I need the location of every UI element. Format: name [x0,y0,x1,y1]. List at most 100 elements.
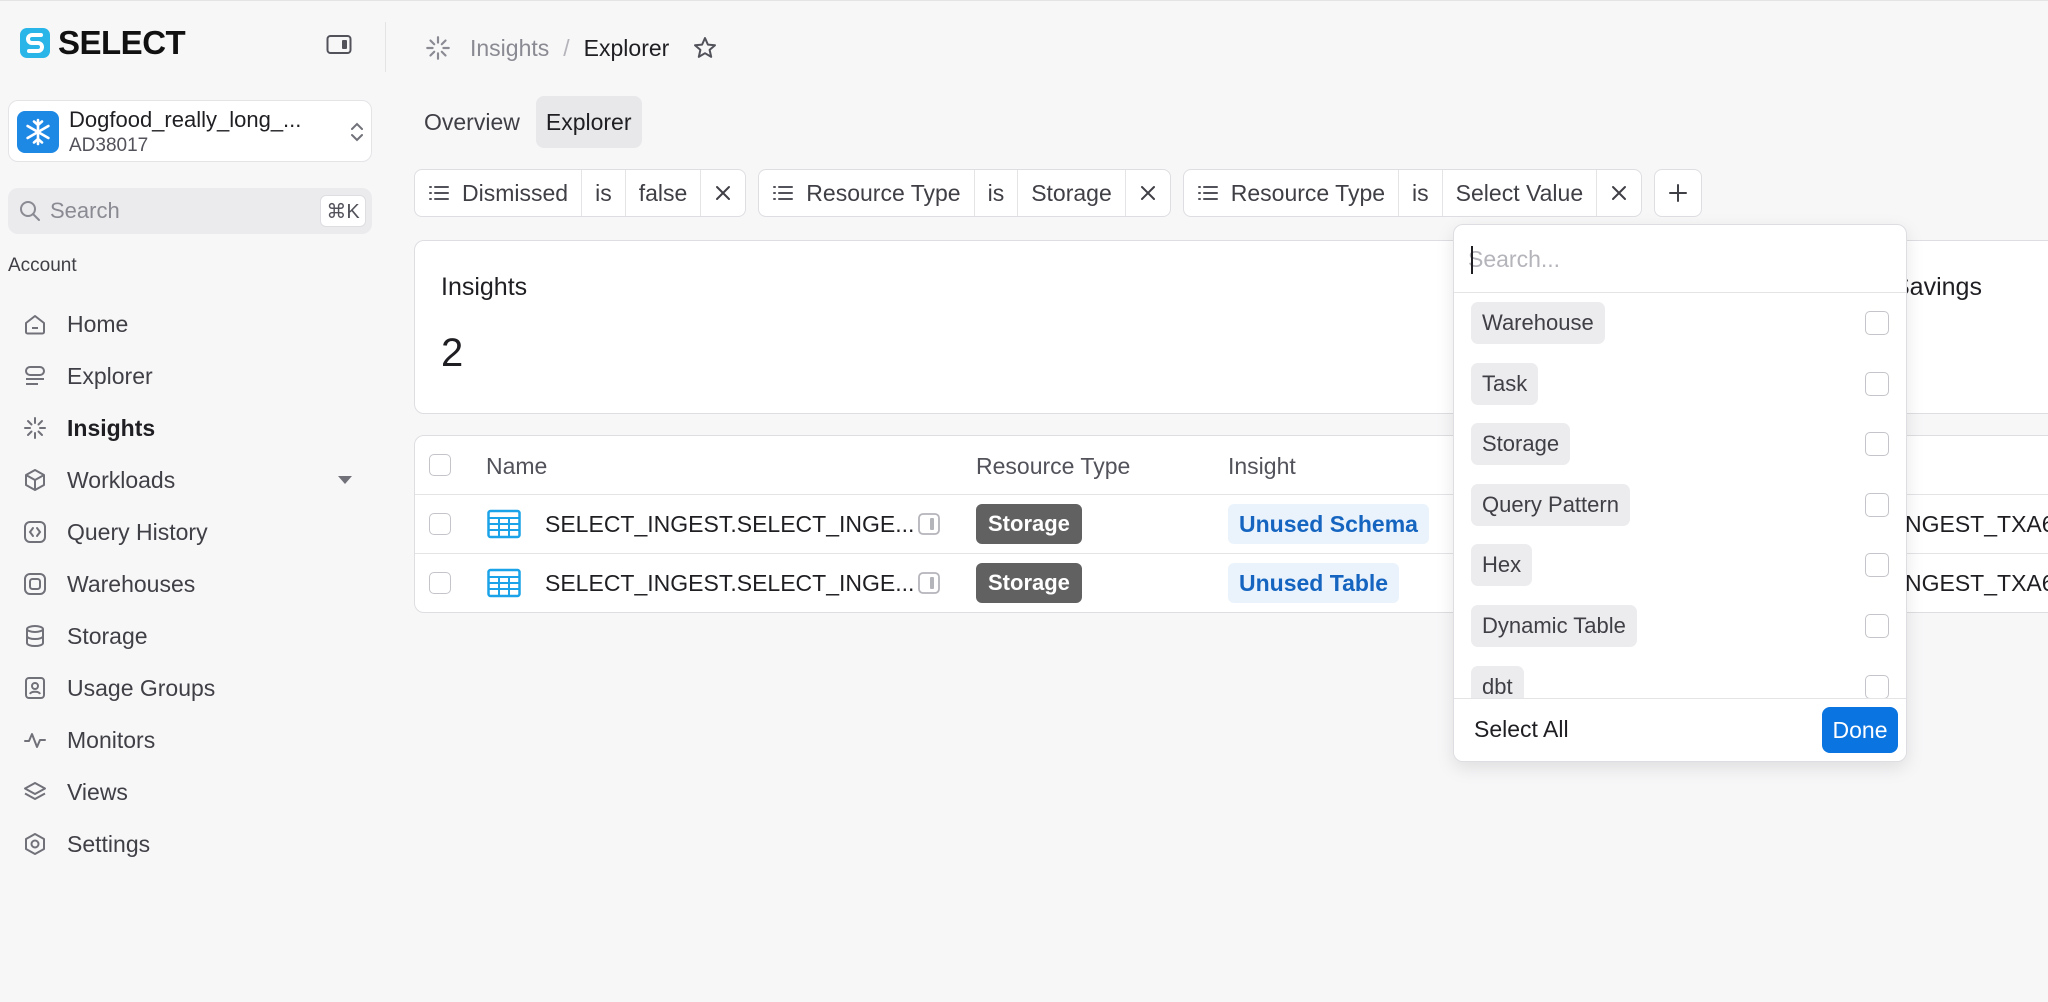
option-checkbox[interactable] [1865,553,1889,577]
chevron-down-icon[interactable] [338,476,352,484]
column-header-resource-type[interactable]: Resource Type [976,453,1130,480]
filter-value[interactable]: Storage [1018,170,1126,216]
sidebar-item-insights[interactable]: Insights [12,402,372,454]
option-label: Warehouse [1471,302,1605,344]
sidebar-item-label: Home [67,311,129,337]
dropdown-option[interactable]: Task [1454,354,1906,414]
account-id: AD38017 [69,135,149,156]
sidebar-item-label: Monitors [67,727,156,753]
option-label: Hex [1471,544,1533,586]
open-detail-icon[interactable] [917,512,941,536]
dropdown-search [1454,225,1906,293]
table-icon [487,568,521,598]
option-checkbox[interactable] [1865,614,1889,638]
select-all-checkbox[interactable] [429,454,451,476]
option-checkbox[interactable] [1865,311,1889,335]
favorite-star-icon[interactable] [691,34,719,62]
dropdown-options: Warehouse Task Storage Query Pattern Hex… [1454,293,1906,761]
views-icon [24,782,46,800]
sidebar-item-label: Workloads [67,467,176,493]
sidebar-toggle-icon[interactable] [326,34,352,56]
remove-filter-button[interactable] [1126,170,1170,216]
sidebar-item-warehouses[interactable]: Warehouses [12,558,372,610]
column-header-insight[interactable]: Insight [1228,453,1296,480]
breadcrumb-parent[interactable]: Insights [470,35,549,62]
select-all-button[interactable]: Select All [1474,716,1569,743]
list-icon [1197,186,1218,200]
insight-badge[interactable]: Unused Schema [1228,504,1429,544]
filter-field-label: Resource Type [806,179,961,206]
filter-value[interactable]: Select Value [1443,170,1598,216]
settings-icon [25,833,45,855]
row-checkbox[interactable] [429,572,451,594]
sidebar-item-settings[interactable]: Settings [12,818,372,870]
sidebar-item-home[interactable]: Home [12,298,372,350]
table-icon [487,509,521,539]
filter-field[interactable]: Dismissed [415,170,583,216]
sidebar-item-monitors[interactable]: Monitors [12,714,372,766]
warehouses-icon [24,573,46,595]
column-header-name[interactable]: Name [486,453,547,480]
app-logo[interactable]: SELECT [20,24,186,62]
insights-icon [24,417,46,439]
snowflake-icon [17,111,59,153]
remove-filter-button[interactable] [1597,170,1641,216]
tab-explorer[interactable]: Explorer [535,96,642,148]
option-checkbox[interactable] [1865,372,1889,396]
open-detail-icon[interactable] [917,571,941,595]
value-select-dropdown: Warehouse Task Storage Query Pattern Hex… [1453,224,1907,762]
sidebar-item-label: Insights [67,415,156,441]
dropdown-option[interactable]: Query Pattern [1454,475,1906,535]
row-name[interactable]: SELECT_INGEST.SELECT_INGE... [545,511,914,538]
filter-chip[interactable]: Resource Type is Select Value [1182,169,1643,217]
resource-type-badge: Storage [976,504,1082,544]
filter-operator[interactable]: is [582,170,626,216]
sidebar-item-storage[interactable]: Storage [12,610,372,662]
option-checkbox[interactable] [1865,432,1889,456]
dropdown-option[interactable]: Dynamic Table [1454,596,1906,656]
filter-field[interactable]: Resource Type [1184,170,1400,216]
filter-operator[interactable]: is [1399,170,1443,216]
filter-value[interactable]: false [626,170,702,216]
breadcrumb-separator: / [563,34,570,61]
list-icon [429,186,449,200]
sidebar-item-label: Usage Groups [67,675,216,701]
close-icon [716,186,731,200]
option-label: Storage [1471,423,1571,465]
resource-type-badge: Storage [976,563,1082,603]
dropdown-option[interactable]: Warehouse [1454,293,1906,353]
insight-badge[interactable]: Unused Table [1228,563,1400,603]
dropdown-search-input[interactable] [1468,241,1888,277]
sidebar-search[interactable]: Search ⌘K [8,188,372,234]
breadcrumb: Insights / Explorer [424,34,719,62]
text-cursor [1471,246,1473,274]
dropdown-option[interactable]: Storage [1454,414,1906,474]
sidebar-item-label: Warehouses [67,571,196,597]
remove-filter-button[interactable] [701,170,745,216]
close-icon [1140,186,1155,200]
logo-mark-icon [20,28,50,58]
filter-chip[interactable]: Dismissed is false [414,169,747,217]
filter-field-label: Dismissed [462,179,569,206]
sidebar-nav: Home Explorer Insights Workloads Query H… [12,298,372,870]
filter-field[interactable]: Resource Type [759,170,975,216]
sidebar-item-workloads[interactable]: Workloads [12,454,372,506]
filter-chip[interactable]: Resource Type is Storage [758,169,1171,217]
account-switcher[interactable]: Dogfood_really_long_... AD38017 [8,100,372,162]
done-button[interactable]: Done [1822,707,1898,753]
filter-operator[interactable]: is [975,170,1019,216]
list-icon [773,186,794,200]
option-checkbox[interactable] [1865,493,1889,517]
dropdown-option[interactable]: Hex [1454,535,1906,595]
sidebar-item-explorer[interactable]: Explorer [12,350,372,402]
option-checkbox[interactable] [1865,675,1889,699]
nav-section-label: Account [8,255,77,276]
row-name[interactable]: SELECT_INGEST.SELECT_INGE... [545,570,914,597]
sidebar-item-usage-groups[interactable]: Usage Groups [12,662,372,714]
search-icon [20,201,40,221]
sidebar-item-views[interactable]: Views [12,766,372,818]
tab-overview[interactable]: Overview [414,96,530,148]
sidebar-item-query-history[interactable]: Query History [12,506,372,558]
add-filter-button[interactable] [1654,169,1703,217]
row-checkbox[interactable] [429,513,451,535]
